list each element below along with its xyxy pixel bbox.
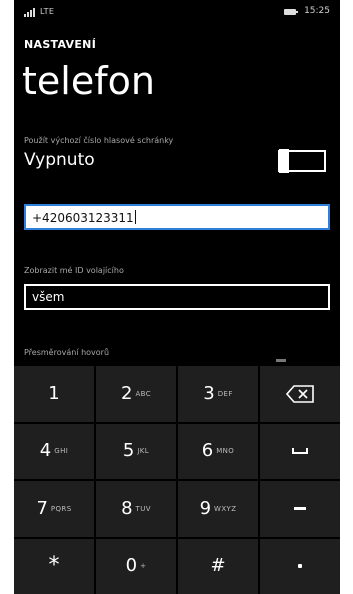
battery-icon xyxy=(284,9,298,15)
key-digit: 0 xyxy=(125,555,138,577)
space-icon xyxy=(292,448,308,455)
voicemail-number-field[interactable]: +420603123311 xyxy=(24,204,330,230)
key-digit: 5 xyxy=(122,440,135,462)
key-6[interactable]: 6 MNO xyxy=(178,423,258,479)
key-digit: 6 xyxy=(201,440,214,462)
key-letters: TUV xyxy=(135,504,151,513)
clock: 15:25 xyxy=(304,6,330,16)
key-star[interactable]: * xyxy=(14,538,94,594)
key-digit: * xyxy=(48,553,60,579)
key-7[interactable]: 7 PQRS xyxy=(14,481,94,537)
voicemail-label: Použít výchozí číslo hlasové schránky xyxy=(24,136,174,145)
key-letters: + xyxy=(140,562,147,571)
key-digit: # xyxy=(210,555,226,577)
key-digit: 4 xyxy=(39,440,52,462)
key-digit: 3 xyxy=(203,382,215,404)
key-letters: GHI xyxy=(54,447,69,456)
caller-id-select[interactable]: všem xyxy=(24,284,330,310)
toggle-knob xyxy=(279,149,289,173)
key-digit: 2 xyxy=(120,382,133,404)
voicemail-toggle[interactable] xyxy=(278,149,326,173)
numeric-keypad: 1 2 ABC 3 DEF 4 GHI 5 JKL 6 MNO 7 PQRS 8 TUV 9W… xyxy=(14,366,340,594)
key-5[interactable]: 5 JKL xyxy=(96,423,176,479)
key-3[interactable]: 3 DEF xyxy=(178,366,258,422)
status-bar: LTE 15:25 xyxy=(14,0,340,24)
key-letters: JKL xyxy=(137,447,150,456)
voicemail-number-text: +420603123311 xyxy=(32,211,134,225)
key-8[interactable]: 8 TUV xyxy=(96,481,176,537)
key-hash[interactable]: # xyxy=(178,538,258,594)
key-letters: DEF xyxy=(217,389,233,398)
space-key[interactable] xyxy=(260,423,340,479)
signal-icon xyxy=(24,8,36,17)
key-letters: MNO xyxy=(216,447,235,456)
minus-key[interactable] xyxy=(260,481,340,537)
key-1[interactable]: 1 xyxy=(14,366,94,422)
caller-id-label: Zobrazit mé ID volajícího xyxy=(24,266,124,275)
voicemail-value: Vypnuto xyxy=(24,150,95,170)
app-name: NASTAVENÍ xyxy=(24,38,97,51)
network-type: LTE xyxy=(40,7,55,16)
key-digit: 8 xyxy=(121,497,133,519)
key-digit: 7 xyxy=(36,497,48,519)
caller-id-value: všem xyxy=(32,290,65,304)
call-forwarding-label: Přesměrování hovorů xyxy=(24,348,110,357)
key-letters: PQRS xyxy=(50,504,72,513)
key-9[interactable]: 9 WXYZ xyxy=(178,481,258,537)
page-title: telefon xyxy=(22,59,155,103)
backspace-icon xyxy=(286,384,314,403)
call-forwarding-toggle-hint xyxy=(276,359,286,362)
key-4[interactable]: 4 GHI xyxy=(14,423,94,479)
dot-icon xyxy=(298,564,302,569)
dot-key[interactable] xyxy=(260,538,340,594)
text-caret xyxy=(134,210,136,224)
key-letters: ABC xyxy=(135,389,151,398)
key-0[interactable]: 0 + xyxy=(96,538,176,594)
key-digit: 1 xyxy=(48,382,60,404)
key-digit: 9 xyxy=(199,497,212,519)
backspace-key[interactable] xyxy=(260,366,340,422)
key-2[interactable]: 2 ABC xyxy=(96,366,176,422)
key-letters: WXYZ xyxy=(214,504,237,513)
minus-icon xyxy=(294,507,306,511)
phone-screen: LTE 15:25 NASTAVENÍ telefon Použít výcho… xyxy=(14,0,340,594)
